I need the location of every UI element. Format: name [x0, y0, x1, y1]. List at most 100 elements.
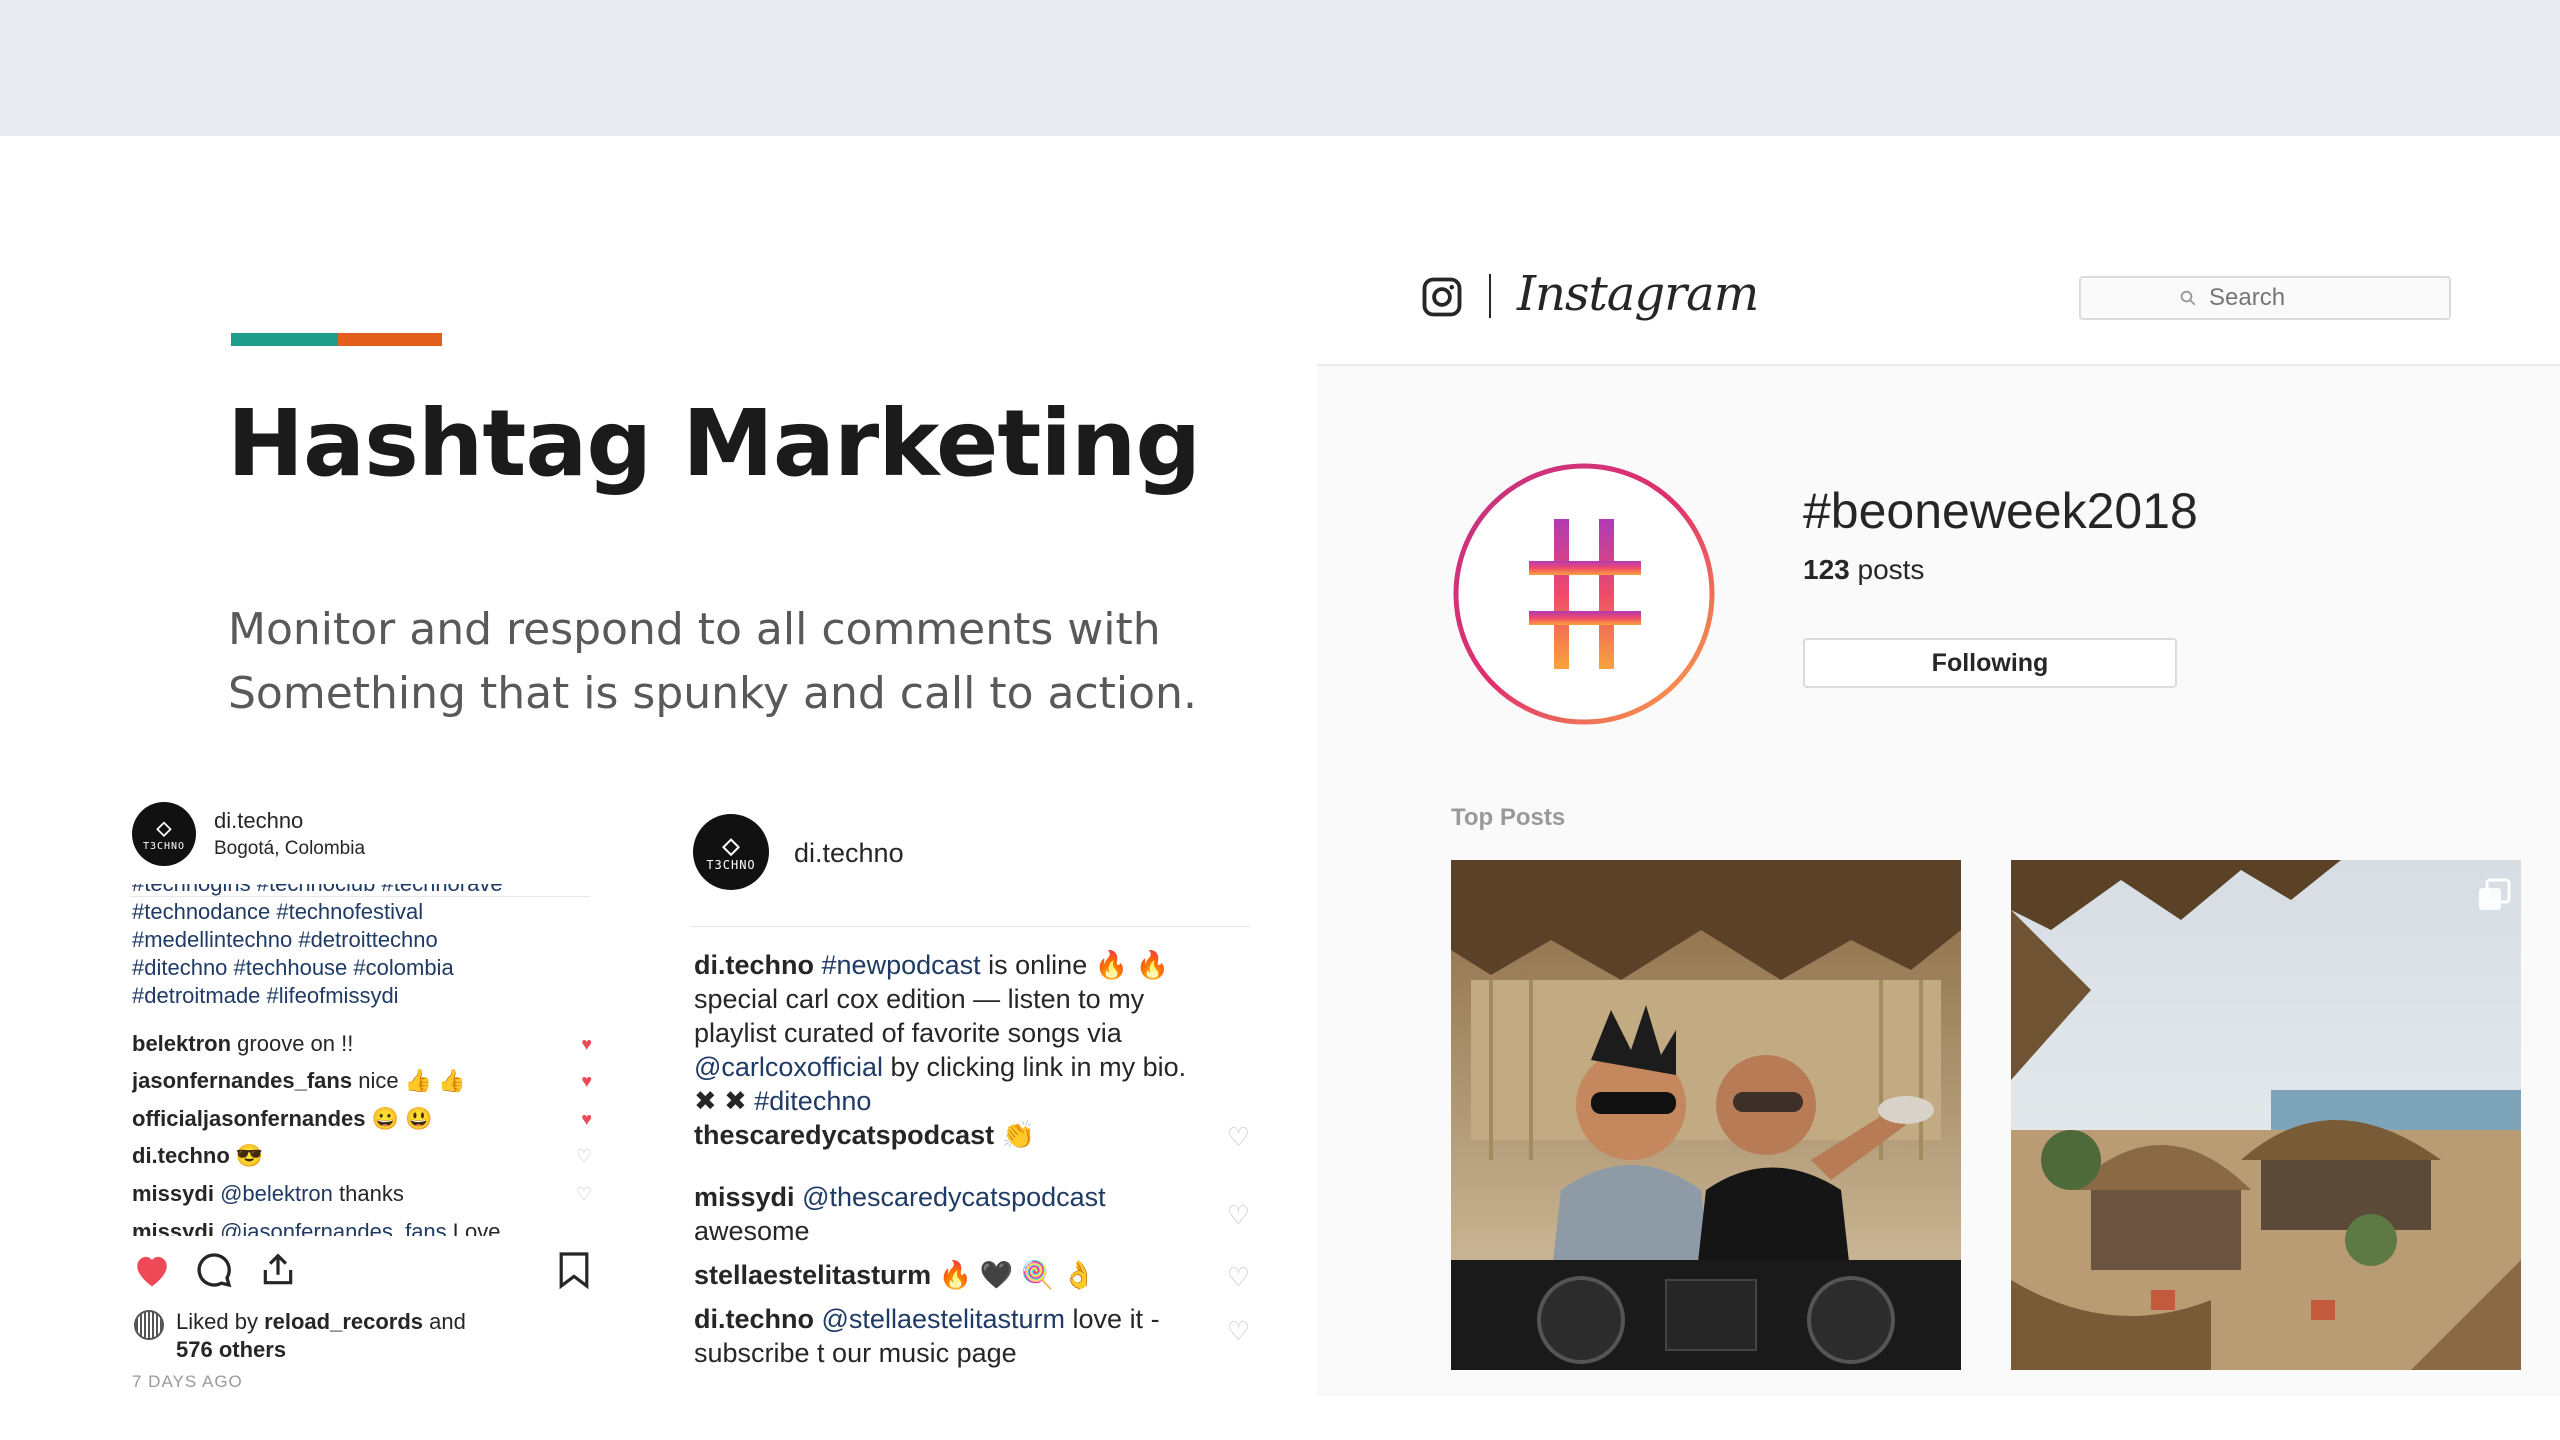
comment-item: di.techno 😎 ♡ [132, 1138, 592, 1174]
following-button[interactable]: Following [1803, 638, 2177, 688]
post-card-1: ◇ T3CHNO di.techno Bogotá, Colombia #tec… [130, 800, 600, 1400]
logo-separator [1489, 274, 1491, 318]
comment-text: 😀 😃 [371, 1106, 433, 1131]
comment-icon[interactable] [192, 1248, 236, 1292]
instagram-wordmark[interactable]: Instagram [1517, 266, 1759, 322]
comment-list: thescaredycatspodcast 👏 ♡ missydi @thesc… [694, 1118, 1250, 1370]
post-count-value: 123 [1803, 554, 1850, 585]
caption-hashtag[interactable]: #ditechno [754, 1086, 871, 1116]
avatar-label: T3CHNO [706, 858, 756, 872]
comment-text: thanks [339, 1181, 404, 1206]
logo-icon: ◇ [156, 813, 172, 843]
comment-user[interactable]: di.techno [694, 1304, 814, 1334]
hashtag-line: #ditechno #techhouse #colombia [132, 955, 454, 980]
comment-user[interactable]: belektron [132, 1031, 231, 1056]
avatar[interactable]: ◇ T3CHNO [693, 814, 769, 890]
comment-item: missydi @belektron thanks ♡ [132, 1176, 592, 1212]
heart-filled-icon[interactable] [130, 1248, 174, 1292]
caption-user[interactable]: di.techno [694, 950, 814, 980]
comment-text: groove on !! [237, 1031, 354, 1056]
window-top-bar [0, 0, 2560, 136]
comment-user[interactable]: jasonfernandes_fans [132, 1068, 352, 1093]
instagram-panel: Instagram #beoneweek2018 [1317, 136, 2560, 1396]
comment-text: 😎 [235, 1143, 264, 1168]
comment-item: missydi @thescaredycatspodcast awesome ♡ [694, 1180, 1250, 1248]
comment-mention[interactable]: @stellaestelitasturm [822, 1304, 1066, 1334]
liked-by-prefix: Liked by [176, 1309, 258, 1334]
comment-item: officialjasonfernandes 😀 😃 ♥ [132, 1101, 592, 1137]
hashtag-title: #beoneweek2018 [1803, 483, 2198, 539]
slide-title: Hashtag Marketing [227, 390, 1201, 497]
slide-subtitle: Monitor and respond to all comments with… [228, 598, 1228, 726]
comment-item: missydi @jasonfernandes_fans Love [132, 1214, 592, 1236]
heart-outline-icon[interactable]: ♡ [576, 1185, 592, 1203]
hashtag-icon [1453, 463, 1715, 725]
share-icon[interactable] [256, 1248, 300, 1292]
hashtag-line: #detroitmade #lifeofmissydi [132, 983, 399, 1008]
logo-icon: ◇ [721, 828, 741, 863]
header-divider [690, 926, 1250, 927]
liked-others[interactable]: 576 others [176, 1337, 286, 1362]
slide-subtitle-line-1: Monitor and respond to all comments with [228, 604, 1161, 655]
comment-user[interactable]: officialjasonfernandes [132, 1106, 366, 1131]
heart-outline-icon[interactable]: ♡ [1227, 1260, 1250, 1294]
post-card-2: ◇ T3CHNO di.techno di.techno #newpodcast… [690, 800, 1250, 1400]
top-post-thumbnail[interactable] [2011, 860, 2521, 1370]
liker-avatar[interactable] [134, 1310, 164, 1340]
instagram-camera-icon[interactable] [1419, 274, 1465, 320]
caption-hashtag[interactable]: #newpodcast [822, 950, 981, 980]
avatar[interactable]: ◇ T3CHNO [132, 802, 196, 866]
slide-subtitle-line-2: Something that is spunky and call to act… [228, 668, 1197, 719]
hashtag-line: #technodance #technofestival [132, 899, 424, 924]
heart-outline-icon[interactable]: ♡ [1227, 1198, 1250, 1232]
post-timestamp[interactable]: 7 DAYS AGO [132, 1372, 243, 1392]
post-username[interactable]: di.techno [794, 838, 904, 869]
search-box[interactable] [2079, 276, 2451, 320]
hashtag-line: #medellintechno #detroittechno [132, 927, 438, 952]
avatar-label: T3CHNO [142, 841, 186, 852]
search-icon [2179, 289, 2197, 307]
post-actions [130, 1248, 600, 1298]
comment-user[interactable]: thescaredycatspodcast [694, 1120, 994, 1150]
comment-item: stellaestelitasturm 🔥 🖤 🍭 👌 ♡ [694, 1258, 1250, 1292]
comment-user[interactable]: di.techno [132, 1143, 230, 1168]
comment-user[interactable]: missydi [132, 1181, 214, 1206]
comment-mention[interactable]: @thescaredycatspodcast [802, 1182, 1106, 1212]
comment-user[interactable]: missydi [694, 1182, 795, 1212]
caption-text: playlist curated of favorite songs via [694, 1018, 1122, 1048]
liked-by-user[interactable]: reload_records [264, 1309, 423, 1334]
heart-icon[interactable]: ♥ [581, 1110, 592, 1128]
comment-item: thescaredycatspodcast 👏 ♡ [694, 1118, 1250, 1152]
caption-text: by clicking link in my bio. [890, 1052, 1187, 1082]
comment-text: awesome [694, 1216, 810, 1246]
post-caption: di.techno #newpodcast is online 🔥 🔥 spec… [694, 948, 1234, 1118]
heart-outline-icon[interactable]: ♡ [1227, 1314, 1250, 1348]
top-posts-heading: Top Posts [1451, 804, 1566, 831]
post-location[interactable]: Bogotá, Colombia [214, 838, 365, 860]
top-post-thumbnail[interactable] [1451, 860, 1961, 1370]
header-divider [130, 896, 590, 897]
liked-by-suffix: and [429, 1309, 466, 1334]
instagram-header: Instagram [1317, 136, 2560, 366]
heart-icon[interactable]: ♥ [581, 1072, 592, 1090]
bookmark-icon[interactable] [554, 1248, 594, 1292]
hashtag-list: #technogirls #technoclub #technorave #te… [132, 884, 592, 1024]
accent-bar [231, 333, 442, 346]
comment-item: belektron groove on !! ♥ [132, 1026, 592, 1062]
comment-user[interactable]: stellaestelitasturm [694, 1260, 931, 1290]
comment-mention[interactable]: @belektron [220, 1181, 333, 1206]
heart-outline-icon[interactable]: ♡ [1227, 1120, 1250, 1154]
search-input[interactable] [2207, 283, 2351, 313]
comment-user[interactable]: missydi [132, 1219, 214, 1236]
caption-text: special carl cox edition — listen to my [694, 984, 1145, 1014]
caption-mention[interactable]: @carlcoxofficial [694, 1052, 883, 1082]
post-count: 123 posts [1803, 554, 1924, 586]
heart-icon[interactable]: ♥ [581, 1035, 592, 1053]
caption-marks: ✖ ✖ [694, 1086, 747, 1116]
comment-mention[interactable]: @jasonfernandes_fans [220, 1219, 447, 1236]
caption-text: is online 🔥 🔥 [988, 950, 1170, 980]
heart-outline-icon[interactable]: ♡ [576, 1147, 592, 1165]
post-username[interactable]: di.techno [214, 808, 303, 834]
comment-text: nice 👍 👍 [358, 1068, 466, 1093]
comment-text: 👏 [1001, 1120, 1036, 1150]
